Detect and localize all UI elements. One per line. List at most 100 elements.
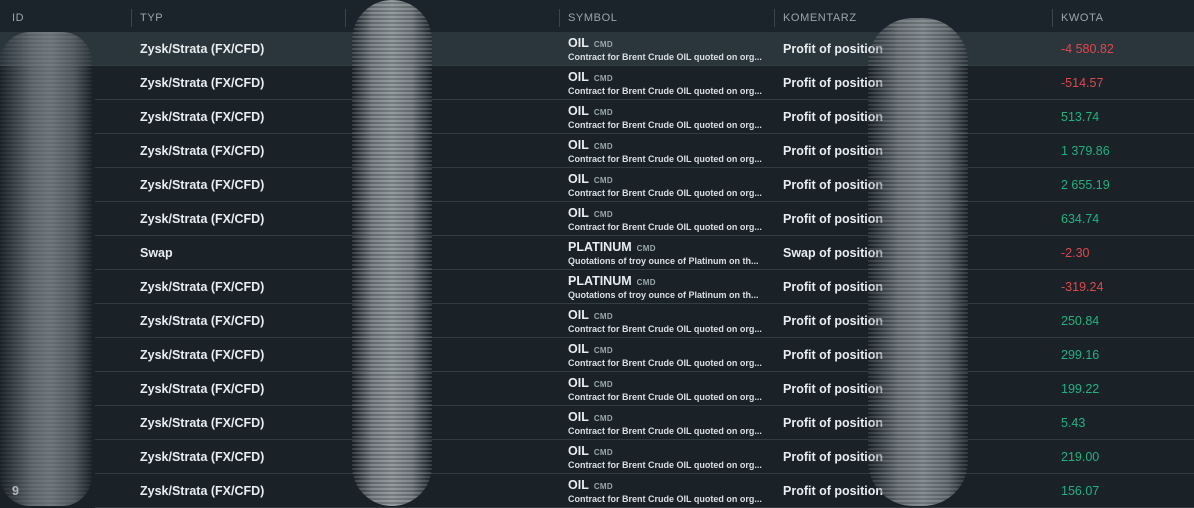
table-row[interactable]: Zysk/Strata (FX/CFD) OIL CMD Contract for B… [0,66,1194,100]
table-row[interactable]: Zysk/Strata (FX/CFD) OIL CMD Contract for B… [0,134,1194,168]
symbol-name: OIL CMD [568,206,613,220]
symbol-description: Contract for Brent Crude OIL quoted on o… [568,358,762,368]
row-amount: -319.24 [1061,280,1104,294]
table-row[interactable]: 9Zysk/Strata (FX/CFD)OILCMDContract for … [0,474,1194,508]
table-row[interactable]: Zysk/Strata (FX/CFD) OIL CMD Contract for B… [0,338,1194,372]
row-symbol: OIL CMD Contract for Brent Crude OIL quote… [568,100,773,134]
row-type: Zysk/Strata (FX/CFD) [140,450,265,464]
column-header-id[interactable]: ID [12,0,24,32]
symbol-name: OIL CMD [568,308,613,322]
symbol-name: OIL CMD [568,70,613,84]
symbol-category-tag: CMD [593,108,613,117]
symbol-description: Contract for Brent Crude OIL quoted on o… [568,120,762,130]
symbol-description: Contract for Brent Crude OIL quoted on o… [568,392,762,402]
symbol-description: Quotations of troy ounce of Platinum on … [568,290,759,300]
row-type: Zysk/Strata (FX/CFD) [140,144,265,158]
table-row[interactable]: Zysk/Strata (FX/CFD) OIL CMD Contract for B… [0,440,1194,474]
symbol-category-tag: CMD [593,380,613,389]
row-symbol: OIL CMD Contract for Brent Crude OIL quote… [568,440,773,474]
table-row[interactable]: Swap PLATINUM CMD Quotations of troy ounce … [0,236,1194,270]
table-header: ID TYP SYMBOL KOMENTARZ KWOTA [0,0,1194,32]
row-amount: 250.84 [1061,314,1100,328]
symbol-category-tag: CMD [636,278,656,287]
symbol-description: Contract for Brent Crude OIL quoted on o… [568,426,762,436]
row-amount: 1 379.86 [1061,144,1110,158]
row-amount: -514.57 [1061,76,1104,90]
table-row[interactable]: Zysk/Strata (FX/CFD) OIL CMD Contract for B… [0,32,1194,66]
symbol-category-tag: CMD [593,414,613,423]
column-header-typ[interactable]: TYP [140,0,163,32]
column-header-symbol[interactable]: SYMBOL [568,0,617,32]
row-type: Zysk/Strata (FX/CFD) [140,416,265,430]
column-resize-handle[interactable] [774,9,775,27]
row-amount: 634.74 [1061,212,1100,226]
symbol-name: OIL CMD [568,342,613,356]
row-symbol: OIL CMD Contract for Brent Crude OIL quote… [568,32,773,66]
symbol-description: Quotations of troy ounce of Platinum on … [568,256,759,266]
row-symbol: PLATINUM CMD Quotations of troy ounce of P… [568,270,773,304]
row-symbol: OIL CMD Contract for Brent Crude OIL quote… [568,474,773,508]
symbol-description: Contract for Brent Crude OIL quoted on o… [568,494,762,504]
row-type: Zysk/Strata (FX/CFD) [140,42,265,56]
symbol-description: Contract for Brent Crude OIL quoted on o… [568,188,762,198]
table-row[interactable]: Zysk/Strata (FX/CFD) PLATINUM CMD Quotation… [0,270,1194,304]
row-symbol: OIL CMD Contract for Brent Crude OIL quote… [568,168,773,202]
row-amount: 2 655.19 [1061,178,1110,192]
row-amount: 5.43 [1061,416,1086,430]
symbol-description: Contract for Brent Crude OIL quoted on o… [568,222,762,232]
symbol-category-tag: CMD [593,482,613,491]
column-header-kwota[interactable]: KWOTA [1061,0,1104,32]
row-symbol: PLATINUM CMD Quotations of troy ounce of P… [568,236,773,270]
symbol-description: Contract for Brent Crude OIL quoted on o… [568,154,762,164]
column-resize-handle[interactable] [131,9,132,27]
symbol-category-tag: CMD [593,448,613,457]
row-symbol: OIL CMD Contract for Brent Crude OIL quote… [568,338,773,372]
redacted-comment-detail [868,18,968,506]
row-symbol: OIL CMD Contract for Brent Crude OIL quote… [568,304,773,338]
row-amount: 299.16 [1061,348,1100,362]
symbol-name: OIL CMD [568,444,613,458]
row-amount: -2.30 [1061,246,1090,260]
table-row[interactable]: Zysk/Strata (FX/CFD) OIL CMD Contract for B… [0,202,1194,236]
row-type: Zysk/Strata (FX/CFD) [140,110,265,124]
row-symbol: OIL CMD Contract for Brent Crude OIL quote… [568,202,773,236]
redacted-id-column [0,32,92,506]
symbol-name: OIL CMD [568,104,613,118]
row-type: Zysk/Strata (FX/CFD) [140,348,265,362]
row-type: Zysk/Strata (FX/CFD) [140,76,265,90]
symbol-name: OIL CMD [568,172,613,186]
row-symbol: OIL CMD Contract for Brent Crude OIL quote… [568,372,773,406]
symbol-category-tag: CMD [593,312,613,321]
symbol-name: OIL CMD [568,376,613,390]
table-row[interactable]: Zysk/Strata (FX/CFD) OIL CMD Contract for B… [0,372,1194,406]
column-resize-handle[interactable] [345,9,346,27]
row-amount: 219.00 [1061,450,1100,464]
symbol-category-tag: CMD [593,210,613,219]
column-header-komentarz[interactable]: KOMENTARZ [783,0,857,32]
symbol-category-tag: CMD [593,346,613,355]
symbol-description: Contract for Brent Crude OIL quoted on o… [568,52,762,62]
symbol-name: PLATINUM CMD [568,240,656,254]
symbol-name: OIL CMD [568,138,613,152]
row-amount: 156.07 [1061,484,1100,498]
symbol-name: OIL CMD [568,36,613,50]
symbol-name: OIL CMD [568,410,613,424]
table-row[interactable]: Zysk/Strata (FX/CFD) OIL CMD Contract for B… [0,168,1194,202]
history-table: ID TYP SYMBOL KOMENTARZ KWOTA Zysk/Strat… [0,0,1194,508]
symbol-category-tag: CMD [636,244,656,253]
row-symbol: OIL CMD Contract for Brent Crude OIL quote… [568,406,773,440]
table-row[interactable]: Zysk/Strata (FX/CFD) OIL CMD Contract for B… [0,100,1194,134]
row-type: Zysk/Strata (FX/CFD) [140,280,265,294]
column-resize-handle[interactable] [559,9,560,27]
symbol-name: OIL CMD [568,478,613,492]
table-row[interactable]: Zysk/Strata (FX/CFD) OIL CMD Contract for B… [0,406,1194,440]
redacted-column [352,0,432,506]
table-row[interactable]: Zysk/Strata (FX/CFD) OIL CMD Contract for B… [0,304,1194,338]
symbol-description: Contract for Brent Crude OIL quoted on o… [568,460,762,470]
row-type: Zysk/Strata (FX/CFD) [140,314,265,328]
row-type: Zysk/Strata (FX/CFD) [140,382,265,396]
row-type: Zysk/Strata (FX/CFD) [140,484,265,498]
symbol-category-tag: CMD [593,176,613,185]
row-type: Zysk/Strata (FX/CFD) [140,178,265,192]
column-resize-handle[interactable] [1052,9,1053,27]
